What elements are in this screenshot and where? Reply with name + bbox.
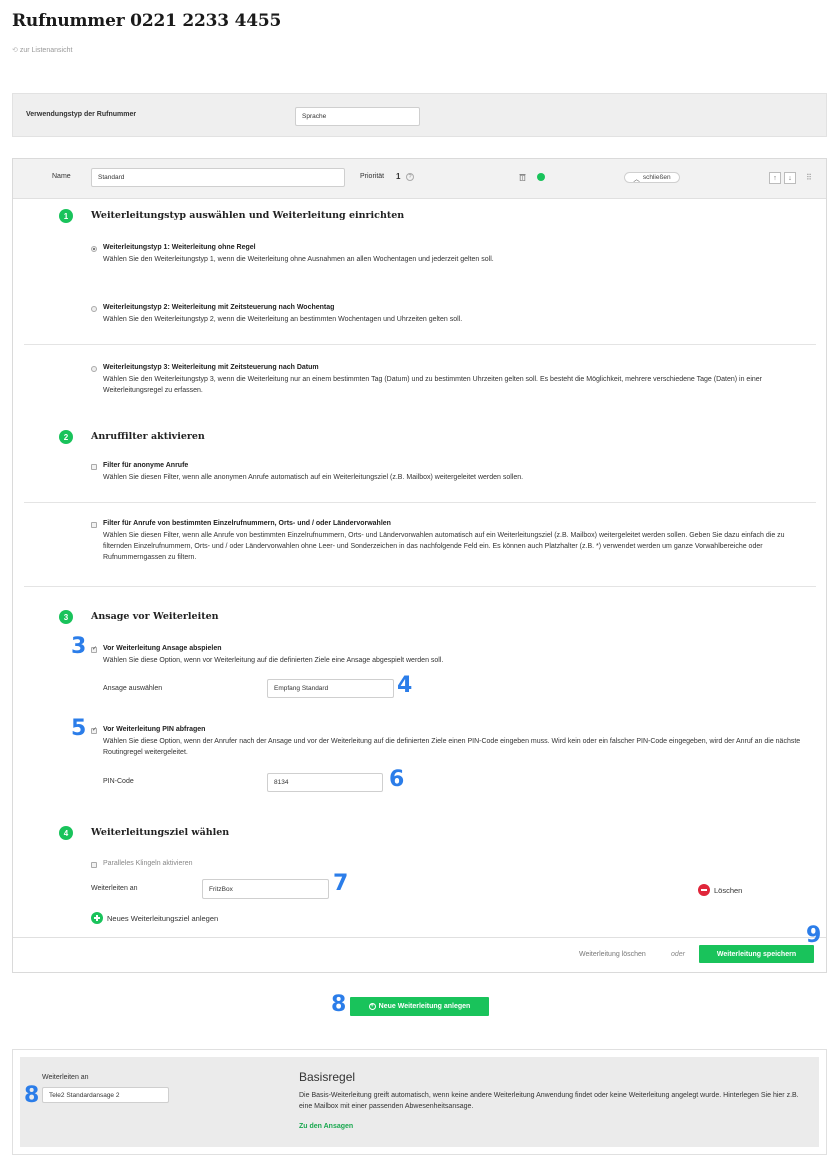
forwarding-rule-card bbox=[12, 158, 827, 973]
base-forward-input[interactable]: Tele2 Standardansage 2 bbox=[42, 1087, 169, 1103]
announce-title: Vor Weiterleitung Ansage abspielen bbox=[103, 645, 222, 652]
callout-6: 6 bbox=[389, 767, 405, 792]
new-rule-button[interactable]: + Neue Weiterleitung anlegen bbox=[350, 997, 489, 1016]
move-down-button[interactable]: ↓ bbox=[784, 172, 796, 184]
pin-label: PIN-Code bbox=[103, 778, 134, 785]
delete-label: Löschen bbox=[714, 886, 743, 895]
delete-rule-link[interactable]: Weiterleitung löschen bbox=[579, 951, 646, 958]
pin-checkbox[interactable] bbox=[91, 726, 97, 734]
rule-name-input[interactable]: Standard bbox=[91, 168, 345, 187]
type-2-radio[interactable] bbox=[91, 306, 97, 312]
pin-desc: Wählen Sie diese Option, wenn der Anrufe… bbox=[103, 738, 801, 756]
number-filter-desc: Wählen Sie diesen Filter, wenn alle Anru… bbox=[103, 532, 785, 561]
base-rule-title: Basisregel bbox=[299, 1070, 356, 1084]
page-title: Rufnummer 0221 2233 4455 bbox=[12, 11, 282, 31]
add-circle-icon bbox=[91, 912, 103, 924]
section-2-title: Anruffilter aktivieren bbox=[91, 431, 205, 442]
announce-select-label: Ansage auswählen bbox=[103, 685, 163, 692]
announce-checkbox[interactable] bbox=[91, 645, 97, 653]
section-4-title: Weiterleitungsziel wählen bbox=[91, 827, 230, 838]
section-3-title: Ansage vor Weiterleiten bbox=[91, 611, 219, 622]
chevron-up-icon: ︿ bbox=[633, 175, 640, 183]
number-filter-title: Filter für Anrufe von bestimmten Einzelr… bbox=[103, 520, 391, 527]
parallel-ring-label: Paralleles Klingeln aktivieren bbox=[103, 860, 193, 867]
save-rule-button[interactable]: Weiterleitung speichern bbox=[699, 945, 814, 963]
usage-type-label: Verwendungstyp der Rufnummer bbox=[26, 111, 137, 118]
priority-value: 1 bbox=[396, 172, 401, 181]
step-badge-2: 2 bbox=[59, 430, 73, 444]
remove-circle-icon bbox=[698, 884, 710, 896]
type-3-radio[interactable] bbox=[91, 366, 97, 372]
base-forward-label: Weiterleiten an bbox=[42, 1074, 89, 1081]
type-3-title: Weiterleitungstyp 3: Weiterleitung mit Z… bbox=[103, 364, 319, 371]
pin-title: Vor Weiterleitung PIN abfragen bbox=[103, 726, 206, 733]
drag-handle-icon[interactable]: ⠿ bbox=[806, 174, 812, 182]
move-up-button[interactable]: ↑ bbox=[769, 172, 781, 184]
plus-circle-icon: + bbox=[368, 1003, 376, 1010]
type-1-radio[interactable] bbox=[91, 246, 97, 252]
announce-desc: Wählen Sie diese Option, wenn vor Weiter… bbox=[103, 657, 444, 664]
pin-input[interactable]: 8134 bbox=[267, 773, 383, 792]
step-badge-1: 1 bbox=[59, 209, 73, 223]
callout-7: 7 bbox=[333, 871, 349, 896]
parallel-ring-checkbox[interactable] bbox=[91, 862, 97, 868]
callout-5: 5 bbox=[71, 716, 87, 741]
add-target-label: Neues Weiterleitungsziel anlegen bbox=[107, 914, 219, 923]
active-status-dot bbox=[537, 173, 545, 181]
help-icon[interactable]: ? bbox=[406, 173, 414, 181]
type-1-desc: Wählen Sie den Weiterleitungstyp 1, wenn… bbox=[103, 256, 494, 263]
announcements-link[interactable]: Zu den Ansagen bbox=[299, 1123, 353, 1130]
delete-target-button[interactable]: Löschen bbox=[698, 884, 758, 897]
number-filter-checkbox[interactable] bbox=[91, 522, 97, 528]
base-rule-desc: Die Basis-Weiterleitung greift automatis… bbox=[299, 1092, 799, 1110]
divider bbox=[24, 502, 816, 503]
callout-8-base: 8 bbox=[24, 1083, 40, 1108]
type-2-title: Weiterleitungstyp 2: Weiterleitung mit Z… bbox=[103, 304, 335, 311]
collapse-toggle[interactable]: ︿ schließen bbox=[624, 172, 680, 183]
type-1-title: Weiterleitungstyp 1: Weiterleitung ohne … bbox=[103, 244, 256, 251]
collapse-label: schließen bbox=[642, 174, 671, 181]
callout-9: 9 bbox=[806, 923, 822, 948]
step-badge-3: 3 bbox=[59, 610, 73, 624]
back-link-label: zur Listenansicht bbox=[19, 47, 73, 54]
type-2-desc: Wählen Sie den Weiterleitungstyp 2, wenn… bbox=[103, 316, 463, 323]
callout-4: 4 bbox=[397, 673, 413, 698]
divider bbox=[24, 344, 816, 345]
anonymous-filter-title: Filter für anonyme Anrufe bbox=[103, 462, 189, 469]
anonymous-filter-checkbox[interactable] bbox=[91, 464, 97, 470]
forward-to-label: Weiterleiten an bbox=[91, 885, 138, 892]
section-1-title: Weiterleitungstyp auswählen und Weiterle… bbox=[91, 210, 405, 221]
new-rule-label: Neue Weiterleitung anlegen bbox=[378, 1003, 471, 1010]
back-to-list-link[interactable]: ⟲ zur Listenansicht bbox=[12, 46, 72, 54]
or-text: oder bbox=[671, 951, 686, 958]
forward-target-input[interactable]: FritzBox bbox=[202, 879, 329, 899]
callout-3: 3 bbox=[71, 634, 87, 659]
priority-label: Priorität bbox=[360, 173, 385, 180]
usage-type-select[interactable]: Sprache bbox=[295, 107, 420, 126]
rule-name-label: Name bbox=[52, 173, 71, 180]
divider bbox=[24, 586, 816, 587]
trash-icon[interactable] bbox=[519, 173, 526, 182]
step-badge-4: 4 bbox=[59, 826, 73, 840]
back-arrow-icon: ⟲ bbox=[12, 47, 18, 54]
footer-divider bbox=[13, 937, 826, 938]
type-3-desc: Wählen Sie den Weiterleitungstyp 3, wenn… bbox=[103, 376, 762, 394]
callout-8: 8 bbox=[331, 992, 347, 1017]
announce-select[interactable]: Empfang Standard bbox=[267, 679, 394, 698]
add-target-button[interactable]: Neues Weiterleitungsziel anlegen bbox=[91, 912, 241, 925]
anonymous-filter-desc: Wählen Sie diesen Filter, wenn alle anon… bbox=[103, 474, 524, 481]
